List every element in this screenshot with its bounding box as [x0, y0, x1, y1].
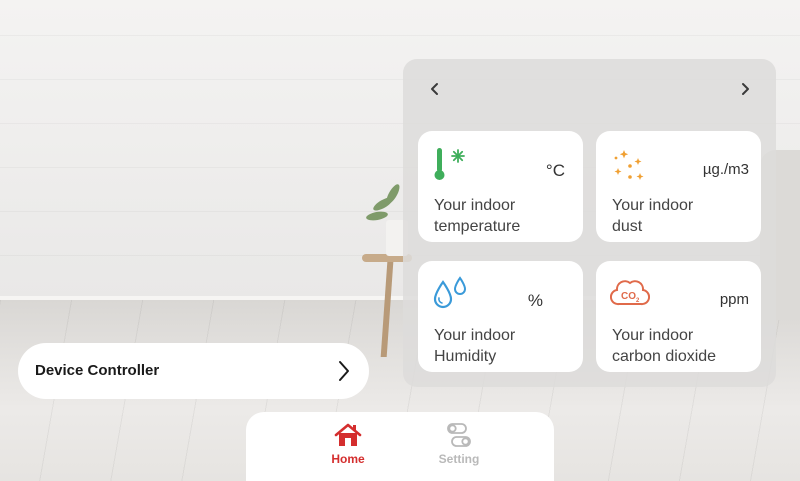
device-controller-button[interactable]: Device Controller — [18, 343, 369, 399]
co2-card[interactable]: CO 2 ppm Your indoor carbon dioxide — [596, 261, 761, 372]
home-icon — [334, 423, 362, 446]
nav-home-label: Home — [331, 452, 365, 466]
water-drops-icon — [433, 276, 467, 309]
dust-card[interactable]: µg./m3 Your indoor dust — [596, 131, 761, 242]
previous-arrow-button[interactable] — [425, 79, 445, 99]
thermometer-snow-icon — [434, 148, 465, 180]
next-arrow-button[interactable] — [735, 79, 755, 99]
co2-cloud-icon: CO 2 — [610, 280, 650, 306]
nav-setting-label: Setting — [438, 452, 480, 466]
setting-toggle-icon — [447, 423, 471, 447]
humidity-card[interactable]: % Your indoor Humidity — [418, 261, 583, 372]
bottom-navigation: Home Setting — [246, 412, 554, 481]
dust-label: Your indoor dust — [612, 197, 694, 235]
chevron-right-icon — [339, 361, 349, 381]
nav-setting[interactable]: Setting — [424, 422, 494, 477]
nav-home[interactable]: Home — [313, 422, 383, 477]
device-controller-label: Device Controller — [35, 362, 160, 379]
temperature-card[interactable]: °C Your indoor temperature — [418, 131, 583, 242]
temperature-label: Your indoor temperature — [434, 197, 521, 235]
chevron-right-icon — [742, 83, 749, 95]
chevron-left-icon — [431, 83, 438, 95]
dust-sparkle-icon — [614, 150, 644, 180]
sensor-panel: °C Your indoor temperature µg./m3 Your i… — [403, 59, 776, 387]
co2-unit: ppm — [719, 291, 749, 308]
humidity-unit: % — [527, 291, 543, 310]
svg-text:CO: CO — [621, 291, 636, 302]
temperature-unit: °C — [545, 161, 565, 180]
humidity-label: Your indoor Humidity — [434, 327, 516, 365]
dust-unit: µg./m3 — [702, 161, 749, 178]
co2-label: Your indoor carbon dioxide — [612, 327, 717, 365]
